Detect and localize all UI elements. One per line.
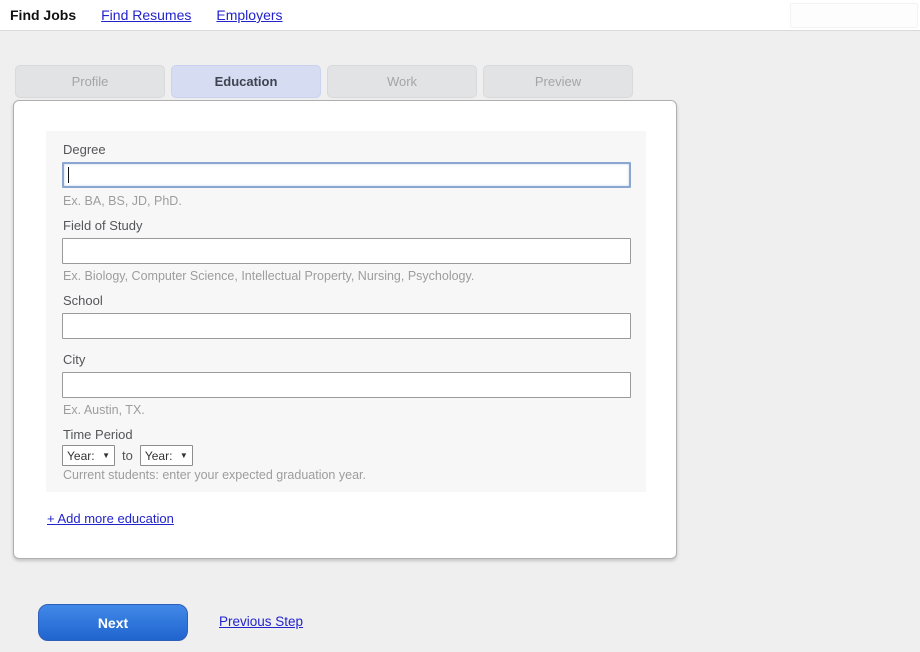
year-to-value: Year: bbox=[144, 448, 173, 463]
time-period-row: Year: ▼ to Year: ▼ bbox=[62, 445, 193, 466]
field-of-study-hint: Ex. Biology, Computer Science, Intellect… bbox=[63, 269, 475, 283]
year-from-value: Year: bbox=[67, 448, 95, 463]
city-label: City bbox=[63, 352, 86, 367]
city-hint: Ex. Austin, TX. bbox=[63, 403, 145, 417]
nav-find-jobs[interactable]: Find Jobs bbox=[10, 7, 76, 23]
previous-step-link[interactable]: Previous Step bbox=[219, 614, 303, 629]
degree-hint: Ex. BA, BS, JD, PhD. bbox=[63, 194, 182, 208]
year-from-select[interactable]: Year: ▼ bbox=[62, 445, 115, 466]
time-period-label: Time Period bbox=[63, 427, 133, 442]
field-of-study-input[interactable] bbox=[62, 238, 631, 264]
education-form-card: Degree Ex. BA, BS, JD, PhD. Field of Stu… bbox=[13, 100, 677, 559]
degree-label: Degree bbox=[63, 142, 106, 157]
tab-profile[interactable]: Profile bbox=[15, 65, 165, 98]
text-cursor bbox=[68, 167, 69, 183]
field-of-study-label: Field of Study bbox=[63, 218, 143, 233]
step-tabs: Profile Education Work Preview bbox=[15, 65, 633, 98]
nav-find-resumes[interactable]: Find Resumes bbox=[101, 7, 191, 23]
top-navigation-bar: Find Jobs Find Resumes Employers bbox=[0, 0, 920, 31]
tab-work[interactable]: Work bbox=[327, 65, 477, 98]
tab-preview[interactable]: Preview bbox=[483, 65, 633, 98]
chevron-down-icon: ▼ bbox=[179, 450, 188, 460]
school-input[interactable] bbox=[62, 313, 631, 339]
chevron-down-icon: ▼ bbox=[102, 450, 110, 460]
add-more-education-link[interactable]: + Add more education bbox=[47, 511, 174, 526]
nav-employers[interactable]: Employers bbox=[216, 7, 282, 23]
next-button[interactable]: Next bbox=[38, 604, 188, 641]
city-input[interactable] bbox=[62, 372, 631, 398]
education-entry-panel: Degree Ex. BA, BS, JD, PhD. Field of Stu… bbox=[46, 131, 646, 492]
school-label: School bbox=[63, 293, 103, 308]
tab-education[interactable]: Education bbox=[171, 65, 321, 98]
topbar-search-box[interactable] bbox=[790, 3, 918, 28]
time-period-connector: to bbox=[122, 448, 133, 463]
time-period-hint: Current students: enter your expected gr… bbox=[63, 468, 366, 482]
degree-input[interactable] bbox=[62, 162, 631, 188]
year-to-select[interactable]: Year: ▼ bbox=[139, 445, 193, 466]
